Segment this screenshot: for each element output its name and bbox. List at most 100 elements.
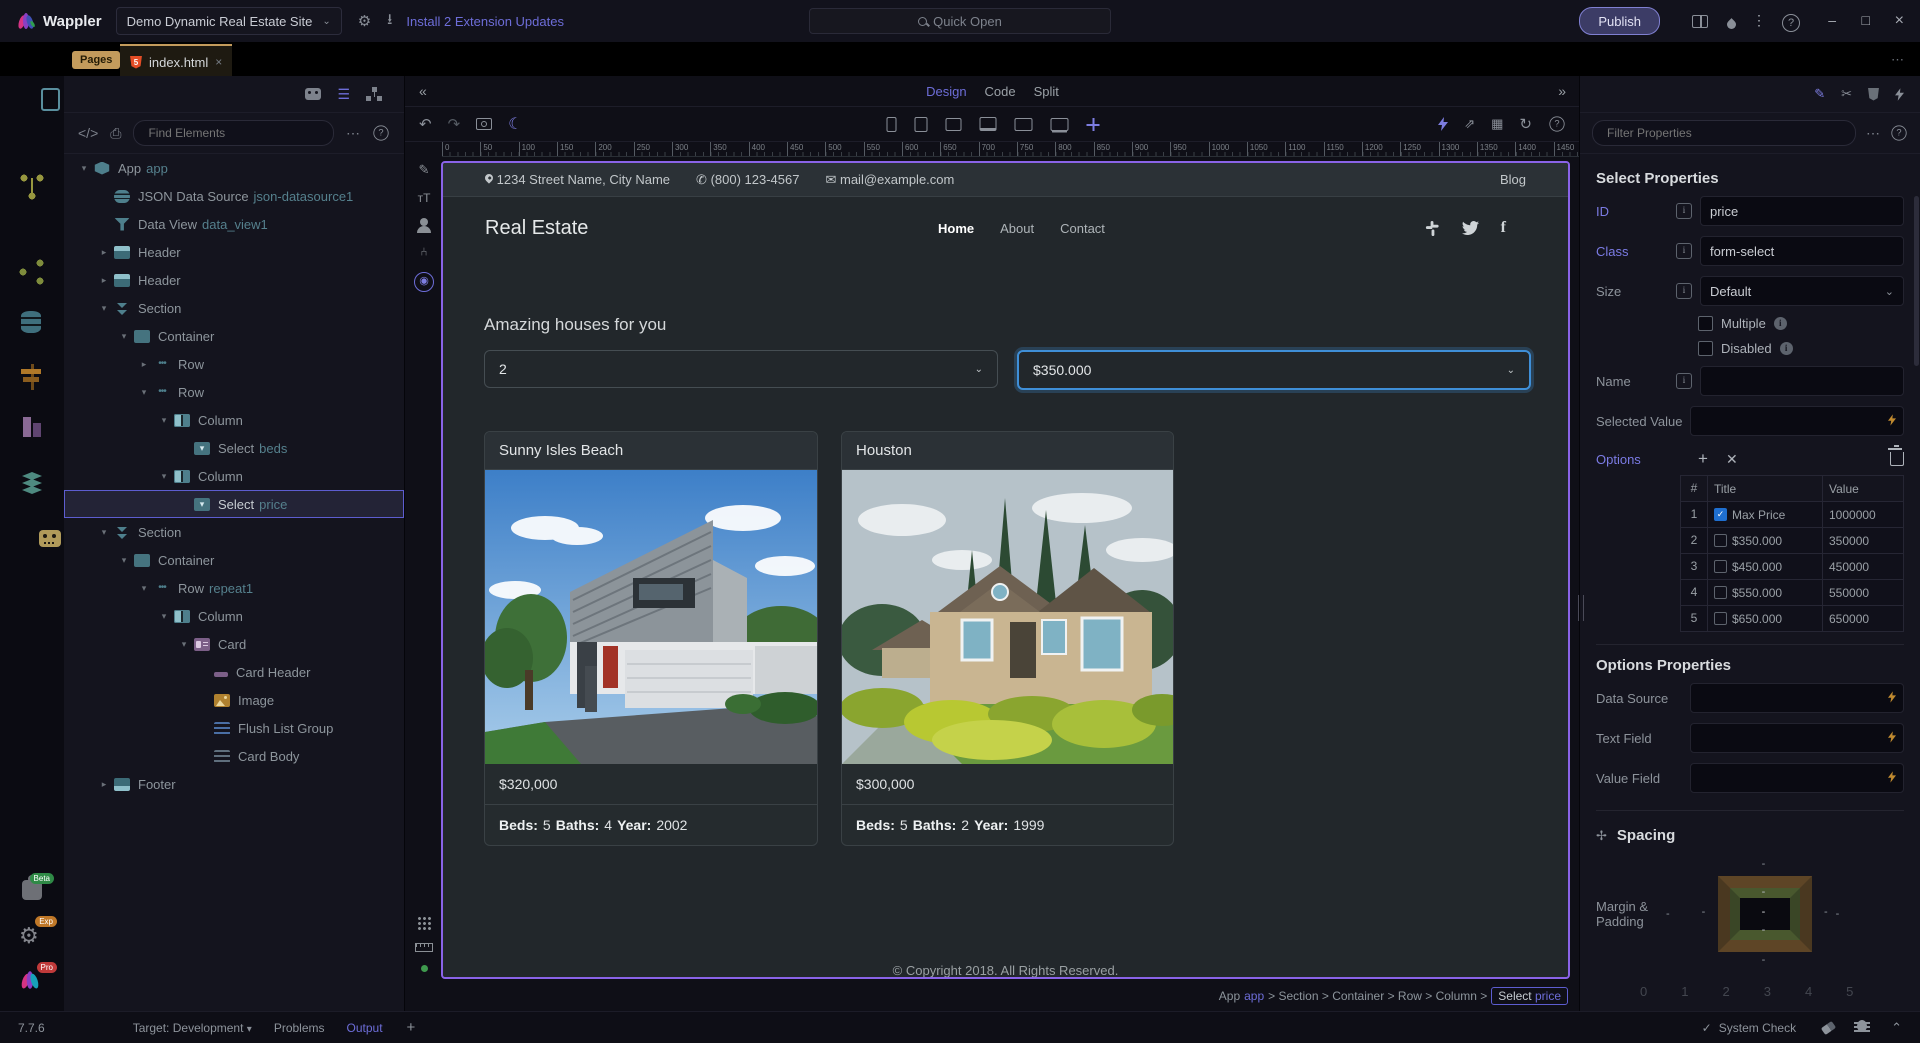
database-manager-icon[interactable] xyxy=(19,311,45,337)
multiple-checkbox[interactable] xyxy=(1698,316,1713,331)
design-help-icon[interactable]: ? xyxy=(1549,116,1564,131)
tree-item[interactable]: Flush List Group xyxy=(64,714,404,742)
padding-right-value[interactable]: - xyxy=(1824,906,1828,918)
tree-expander-icon[interactable]: ▾ xyxy=(96,527,112,538)
tree-expander-icon[interactable]: ▾ xyxy=(96,303,112,314)
tree-more-icon[interactable]: ⋯ xyxy=(346,125,360,142)
slack-icon[interactable] xyxy=(1425,221,1440,236)
help-icon[interactable]: ? xyxy=(1782,13,1800,32)
tree-item[interactable]: ▸ Header xyxy=(64,266,404,294)
find-elements-input[interactable] xyxy=(146,125,321,141)
option-row[interactable]: 1 ✓ Max Price 1000000 xyxy=(1681,502,1903,528)
tree-item[interactable]: Card Body xyxy=(64,742,404,770)
id-input[interactable]: price xyxy=(1700,196,1904,226)
view-mode-tab[interactable]: Split xyxy=(1034,84,1059,99)
css-shield-icon[interactable] xyxy=(1868,88,1879,101)
visibility-eye-icon[interactable]: ◉ xyxy=(414,272,434,292)
add-panel-icon[interactable]: + xyxy=(407,1019,416,1036)
data-source-input[interactable] xyxy=(1690,683,1904,713)
tree-item[interactable]: ▾ Section xyxy=(64,294,404,322)
collapse-left-icon[interactable]: « xyxy=(419,83,427,99)
twitter-icon[interactable] xyxy=(1462,221,1479,235)
tree-item[interactable]: Data View data_view1 xyxy=(64,210,404,238)
tree-expander-icon[interactable]: ▾ xyxy=(156,415,172,426)
device-desktop-icon[interactable] xyxy=(1050,118,1068,131)
device-phone-icon[interactable] xyxy=(886,117,896,132)
delete-options-icon[interactable] xyxy=(1890,452,1904,466)
class-input[interactable]: form-select xyxy=(1700,236,1904,266)
tree-expander-icon[interactable]: ▾ xyxy=(156,471,172,482)
tree-item[interactable]: ▾ Row xyxy=(64,378,404,406)
cut-scissors-icon[interactable]: ✂ xyxy=(1841,86,1852,102)
nav-link[interactable]: Contact xyxy=(1060,221,1105,236)
qr-code-icon[interactable]: ▦ xyxy=(1491,116,1503,132)
tree-expander-icon[interactable]: ▸ xyxy=(96,247,112,258)
tree-expander-icon[interactable]: ▾ xyxy=(156,611,172,622)
edit-pencil-icon[interactable]: ✎ xyxy=(419,162,430,178)
grid-toggle-icon[interactable] xyxy=(417,916,431,930)
disabled-checkbox[interactable] xyxy=(1698,341,1713,356)
project-selector[interactable]: Demo Dynamic Real Estate Site ⌄ xyxy=(116,7,342,35)
install-updates-link[interactable]: Install 2 Extension Updates xyxy=(406,14,564,29)
tree-item[interactable]: Select beds xyxy=(64,434,404,462)
window-maximize-button[interactable]: □ xyxy=(1862,12,1870,28)
option-checkbox[interactable] xyxy=(1714,612,1727,625)
view-mode-tab[interactable]: Code xyxy=(985,84,1016,99)
tabbar-overflow-icon[interactable]: ⋯ xyxy=(1891,52,1906,68)
option-checkbox[interactable]: ✓ xyxy=(1714,508,1727,521)
add-option-icon[interactable]: + xyxy=(1698,449,1708,469)
quick-open-button[interactable]: Quick Open xyxy=(809,8,1111,34)
target-selector[interactable]: Target: Development ▾ xyxy=(133,1021,252,1035)
padding-top-value[interactable]: - xyxy=(1762,886,1766,898)
tree-item[interactable]: Select price xyxy=(64,490,404,518)
pages-manager-icon[interactable] xyxy=(19,88,45,114)
find-elements-box[interactable] xyxy=(133,120,334,146)
option-row[interactable]: 4 $550.000 550000 xyxy=(1681,580,1903,606)
collapse-statusbar-icon[interactable]: ⌃ xyxy=(1891,1020,1902,1036)
edit-pencil-icon[interactable]: ✎ xyxy=(1814,86,1825,102)
tree-item[interactable]: Card Header xyxy=(64,658,404,686)
tree-expander-icon[interactable]: ▾ xyxy=(136,387,152,398)
tree-item[interactable]: JSON Data Source json-datasource1 xyxy=(64,182,404,210)
margin-left-value[interactable]: - xyxy=(1666,908,1670,920)
breadcrumb-app-id[interactable]: app xyxy=(1244,989,1264,1003)
git-icon[interactable] xyxy=(19,174,45,200)
tree-expander-icon[interactable]: ▸ xyxy=(136,359,152,370)
device-display-icon[interactable] xyxy=(1014,118,1032,131)
tab-index-html[interactable]: 5 index.html × xyxy=(120,44,232,78)
experimental-gear-icon[interactable]: ⚙ Exp xyxy=(19,923,45,949)
option-value[interactable]: 650000 xyxy=(1823,612,1903,626)
export-icon[interactable]: ⇗ xyxy=(1464,116,1475,132)
tree-item[interactable]: ▾ Row repeat1 xyxy=(64,574,404,602)
tab-close-icon[interactable]: × xyxy=(215,55,222,69)
theme-droplet-icon[interactable] xyxy=(1727,16,1736,32)
breadcrumb-selected[interactable]: Select price xyxy=(1491,987,1568,1005)
extensions-puzzle-icon[interactable]: Beta xyxy=(22,880,42,900)
blog-link[interactable]: Blog xyxy=(1500,172,1526,187)
text-field-input[interactable] xyxy=(1690,723,1904,753)
tree-item[interactable]: ▾ Container xyxy=(64,546,404,574)
undo-icon[interactable]: ↶ xyxy=(419,115,432,133)
save-icon[interactable]: ⎙ xyxy=(110,125,121,142)
tree-help-icon[interactable]: ? xyxy=(373,125,388,140)
value-field-input[interactable] xyxy=(1690,763,1904,793)
properties-help-icon[interactable]: ? xyxy=(1891,125,1906,140)
name-input[interactable] xyxy=(1700,366,1904,396)
spacing-scale-number[interactable]: 4 xyxy=(1805,984,1812,999)
size-select[interactable]: Default xyxy=(1700,276,1904,306)
panel-resize-handle[interactable] xyxy=(1578,595,1584,621)
beds-select[interactable]: 2 ⌄ xyxy=(484,350,998,388)
option-value[interactable]: 350000 xyxy=(1823,534,1903,548)
spacing-scale-number[interactable]: 0 xyxy=(1640,984,1647,999)
settings-gear-icon[interactable]: ⚙ xyxy=(358,12,371,30)
problems-tab[interactable]: Problems xyxy=(274,1021,325,1035)
option-title-cell[interactable]: $450.000 xyxy=(1708,554,1823,579)
tree-item[interactable]: ▾ Column xyxy=(64,602,404,630)
tree-item[interactable]: ▾ Container xyxy=(64,322,404,350)
code-view-icon[interactable]: </> xyxy=(78,125,98,141)
option-checkbox[interactable] xyxy=(1714,560,1727,573)
tree-expander-icon[interactable]: ▾ xyxy=(116,331,132,342)
spacing-scale-number[interactable]: 2 xyxy=(1722,984,1729,999)
option-value[interactable]: 1000000 xyxy=(1823,508,1903,522)
device-tablet-icon[interactable] xyxy=(945,118,961,131)
